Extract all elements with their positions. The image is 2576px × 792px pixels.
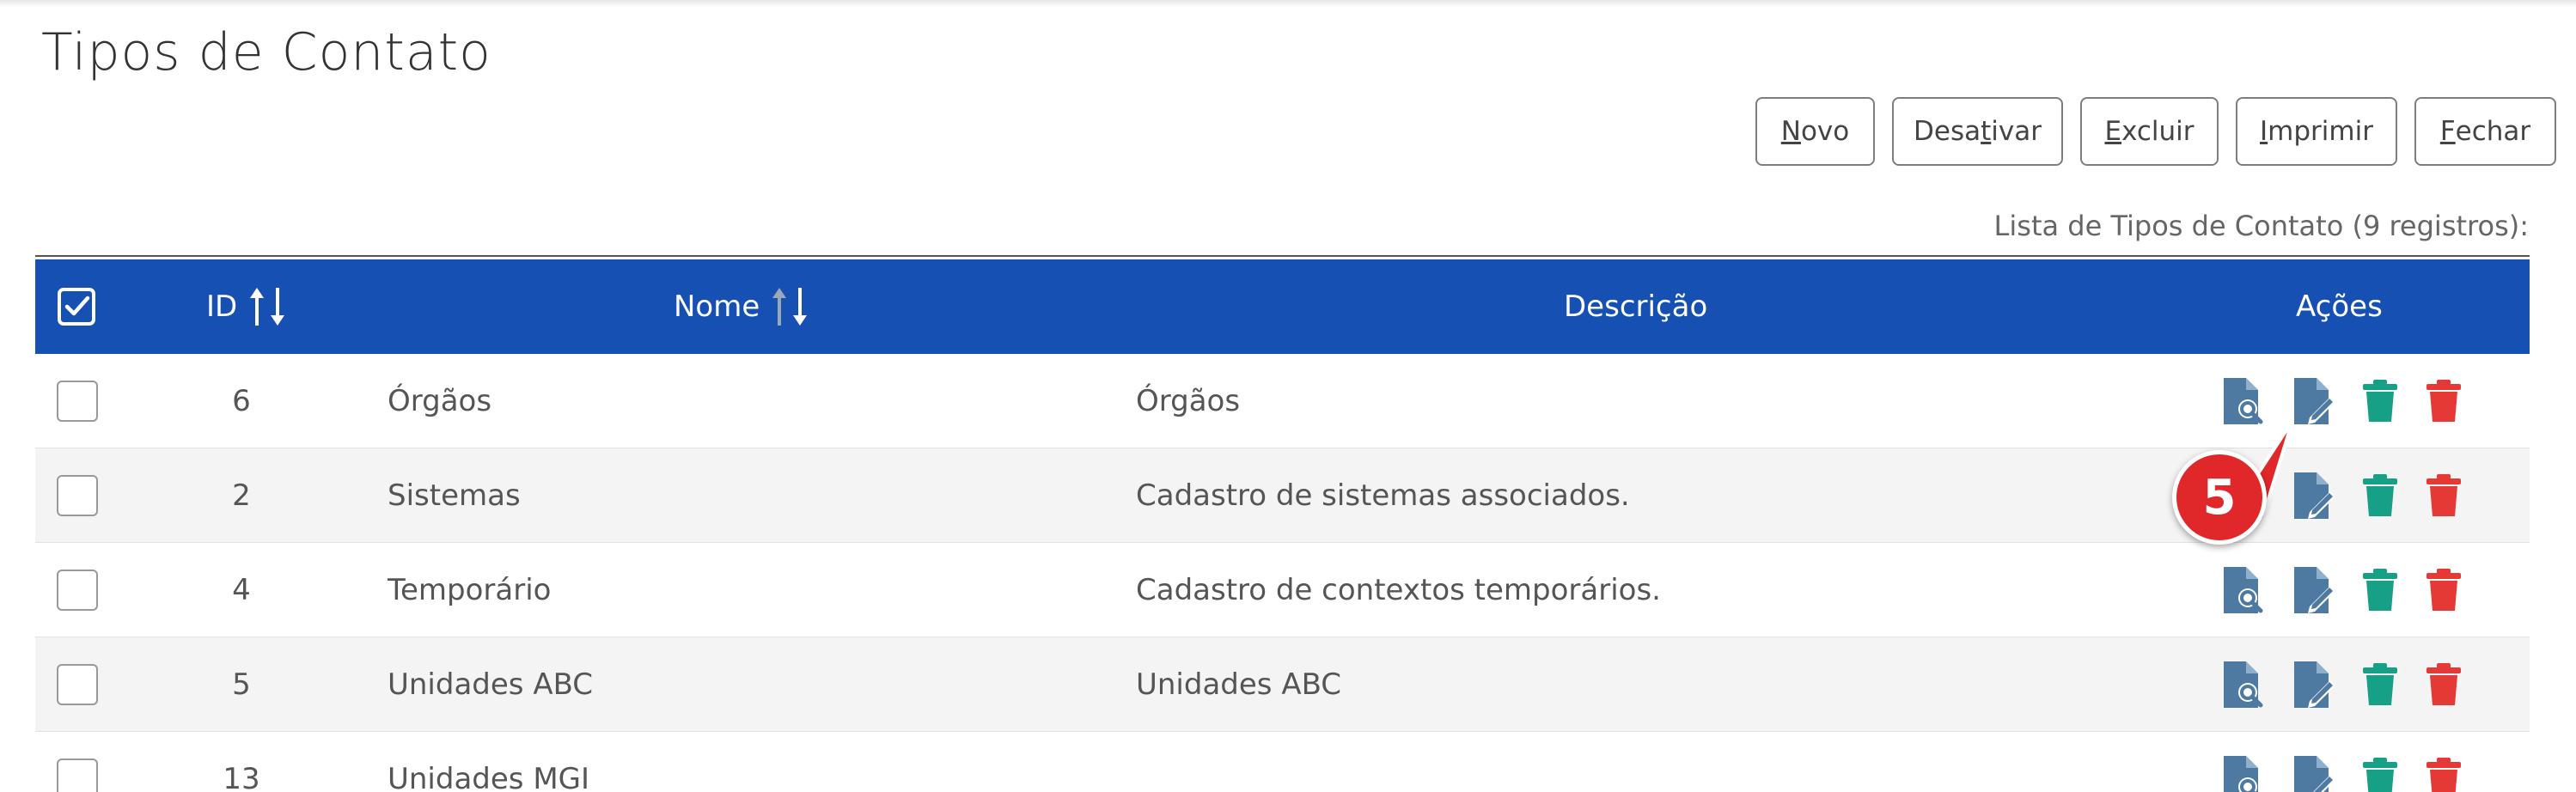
desativar-button[interactable]: Desa t ivar (1892, 97, 2063, 166)
file-search-icon[interactable] (2220, 754, 2265, 792)
imprimir-accesskey: I (2260, 116, 2268, 147)
contact-types-table: ID Nome Descrição Ações 6 Órgãos Órgãos … (35, 259, 2530, 792)
header-id[interactable]: ID (206, 259, 285, 354)
file-edit-icon[interactable] (2291, 660, 2335, 710)
trash-green-icon[interactable] (2361, 379, 2399, 423)
trash-red-icon[interactable] (2425, 473, 2463, 518)
trash-green-icon[interactable] (2361, 568, 2399, 612)
fechar-accesskey: F (2439, 116, 2456, 147)
trash-red-icon[interactable] (2425, 568, 2463, 612)
row-id: 4 (232, 572, 251, 607)
page-title: Tipos de Contato (41, 22, 491, 82)
file-search-icon[interactable] (2220, 660, 2265, 710)
row-descricao: Órgãos (1136, 383, 1241, 418)
row-descricao: Cadastro de sistemas associados. (1136, 478, 1630, 513)
novo-label-post: ovo (1800, 116, 1850, 147)
row-id: 13 (223, 761, 260, 792)
header-id-label: ID (206, 289, 238, 324)
row-descricao: Cadastro de contextos temporários. (1136, 572, 1661, 607)
header-descricao: Descrição (1564, 259, 1707, 354)
sort-icon[interactable] (249, 286, 285, 327)
row-nome: Órgãos (388, 383, 492, 418)
row-nome: Unidades MGI (388, 761, 590, 792)
header-acoes: Ações (2296, 259, 2383, 354)
trash-green-icon[interactable] (2361, 757, 2399, 792)
row-checkbox-cell (57, 637, 98, 731)
trash-red-icon[interactable] (2425, 757, 2463, 792)
table-row[interactable]: 2 Sistemas Cadastro de sistemas associad… (35, 448, 2530, 543)
toolbar: Novo Desa t ivar Excluir Imprimir Fechar (1755, 97, 2556, 166)
novo-accesskey: N (1780, 116, 1801, 147)
fechar-button[interactable]: Fechar (2414, 97, 2556, 166)
row-checkbox[interactable] (57, 663, 98, 705)
imprimir-button[interactable]: Imprimir (2236, 97, 2397, 166)
header-nome-label: Nome (674, 289, 760, 324)
trash-green-icon[interactable] (2361, 473, 2399, 518)
top-shadow (0, 0, 2576, 7)
row-checkbox[interactable] (57, 569, 98, 611)
callout-badge: 5 (2172, 450, 2267, 545)
row-checkbox-cell (57, 543, 98, 637)
desativar-label-post: ivar (1991, 116, 2042, 147)
table-row[interactable]: 4 Temporário Cadastro de contextos tempo… (35, 543, 2530, 637)
excluir-label-post: xcluir (2121, 116, 2194, 147)
desativar-accesskey: t (1981, 116, 1992, 147)
row-nome: Temporário (388, 572, 552, 607)
row-checkbox[interactable] (57, 380, 98, 422)
row-actions (2220, 543, 2463, 637)
table-row[interactable]: 5 Unidades ABC Unidades ABC (35, 637, 2530, 732)
sort-up-arrow-icon (772, 288, 787, 326)
row-actions (2220, 732, 2463, 792)
excluir-accesskey: E (2104, 116, 2122, 147)
sort-down-arrow-icon (271, 288, 285, 326)
table-header: ID Nome Descrição Ações (35, 259, 2530, 354)
trash-red-icon[interactable] (2425, 379, 2463, 423)
table-body: 6 Órgãos Órgãos 2 Sistemas Cadastro de s… (35, 354, 2530, 792)
row-descricao: Unidades ABC (1136, 667, 1342, 702)
trash-green-icon[interactable] (2361, 662, 2399, 707)
file-edit-icon[interactable] (2291, 565, 2335, 615)
row-checkbox-cell (57, 732, 98, 792)
excluir-button[interactable]: Excluir (2080, 97, 2219, 166)
header-nome[interactable]: Nome (674, 259, 808, 354)
sort-icon[interactable] (772, 286, 808, 327)
record-count-caption: Lista de Tipos de Contato (9 registros): (1993, 210, 2529, 242)
row-checkbox[interactable] (57, 474, 98, 516)
desativar-label-pre: Desa (1914, 116, 1981, 147)
imprimir-label-post: mprimir (2268, 116, 2373, 147)
checked-box-icon (58, 288, 95, 326)
row-id: 2 (232, 478, 251, 513)
row-nome: Unidades ABC (388, 667, 594, 702)
row-actions (2220, 637, 2463, 731)
header-descricao-label: Descrição (1564, 289, 1708, 324)
sort-down-arrow-icon (793, 288, 808, 326)
table-top-divider (35, 255, 2530, 257)
trash-red-icon[interactable] (2425, 662, 2463, 707)
row-nome: Sistemas (388, 478, 521, 513)
sort-up-arrow-icon (250, 288, 265, 326)
row-checkbox[interactable] (57, 758, 98, 792)
row-id: 6 (232, 383, 251, 418)
row-checkbox-cell (57, 354, 98, 448)
novo-button[interactable]: Novo (1755, 97, 1875, 166)
fechar-label-post: echar (2455, 116, 2531, 147)
select-all-checkbox[interactable] (57, 259, 96, 354)
row-checkbox-cell (57, 448, 98, 542)
file-search-icon[interactable] (2220, 565, 2265, 615)
file-edit-icon[interactable] (2291, 754, 2335, 792)
header-acoes-label: Ações (2296, 289, 2383, 324)
table-row[interactable]: 6 Órgãos Órgãos (35, 354, 2530, 448)
row-id: 5 (232, 667, 251, 702)
table-row[interactable]: 13 Unidades MGI (35, 732, 2530, 792)
